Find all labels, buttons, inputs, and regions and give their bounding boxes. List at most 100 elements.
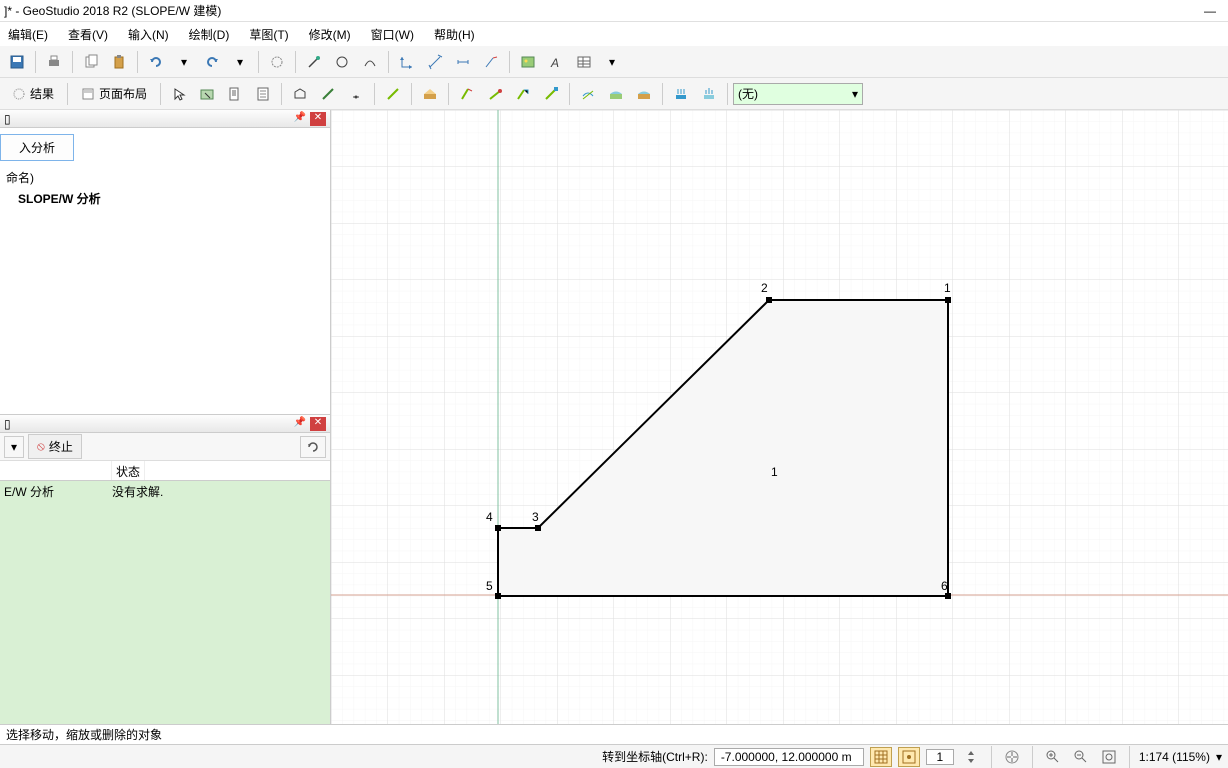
- results-button[interactable]: 结果: [4, 81, 62, 106]
- snap-point-icon[interactable]: [898, 747, 920, 767]
- menu-help[interactable]: 帮助(H): [430, 24, 479, 45]
- menu-modify[interactable]: 修改(M): [305, 24, 355, 45]
- slip1-icon[interactable]: [454, 81, 480, 107]
- node-label-6: 6: [941, 579, 948, 593]
- zoom-dropdown-icon[interactable]: ▾: [1216, 750, 1222, 764]
- zoom-out-icon[interactable]: [1070, 747, 1092, 767]
- table-row[interactable]: E/W 分析 没有求解.: [0, 481, 330, 502]
- sketch-circle-icon[interactable]: [329, 49, 355, 75]
- node-1[interactable]: [945, 297, 951, 303]
- load1-icon[interactable]: [668, 81, 694, 107]
- slip2-icon[interactable]: [482, 81, 508, 107]
- node-5[interactable]: [495, 593, 501, 599]
- hdr-status: 状态: [112, 461, 145, 480]
- pan-icon[interactable]: [1001, 747, 1023, 767]
- hdr-name: [0, 461, 112, 480]
- page-layout-button[interactable]: 页面布局: [73, 81, 155, 106]
- water2-icon[interactable]: [603, 81, 629, 107]
- drawing-canvas[interactable]: 1 2 3 4 5 6 1: [331, 110, 1228, 724]
- sketch-line-icon[interactable]: [301, 49, 327, 75]
- chevron-down-icon: ▾: [852, 87, 858, 101]
- redo-icon[interactable]: [199, 49, 225, 75]
- select-icon[interactable]: [166, 81, 192, 107]
- coord-input[interactable]: [714, 748, 864, 766]
- redraw-icon[interactable]: [264, 49, 290, 75]
- water3-icon[interactable]: [631, 81, 657, 107]
- undo-icon[interactable]: [143, 49, 169, 75]
- menu-view[interactable]: 查看(V): [64, 24, 112, 45]
- menu-edit[interactable]: 编辑(E): [4, 24, 52, 45]
- solve-panel: ▯ 📌 ✕ ▾ ⦸ 终止 状态 E/W 分: [0, 414, 330, 724]
- stop-button[interactable]: ⦸ 终止: [28, 434, 82, 459]
- node-3[interactable]: [535, 525, 541, 531]
- region-select-icon[interactable]: [194, 81, 220, 107]
- zoom-extent-icon[interactable]: [1098, 747, 1120, 767]
- axis-icon[interactable]: [394, 49, 420, 75]
- slip3-icon[interactable]: [510, 81, 536, 107]
- window-buttons: —: [1196, 4, 1224, 18]
- refresh-button[interactable]: [300, 436, 326, 458]
- slip4-icon[interactable]: [538, 81, 564, 107]
- close2-icon[interactable]: ✕: [310, 417, 326, 431]
- load2-icon[interactable]: [696, 81, 722, 107]
- sketch-arc-icon[interactable]: [357, 49, 383, 75]
- image-icon[interactable]: [515, 49, 541, 75]
- print-icon[interactable]: [41, 49, 67, 75]
- node-label-5: 5: [486, 579, 493, 593]
- save-icon[interactable]: [4, 49, 30, 75]
- status-hint: 选择移动，缩放或删除的对象: [6, 726, 162, 743]
- properties-icon[interactable]: [222, 81, 248, 107]
- menu-input[interactable]: 输入(N): [124, 24, 173, 45]
- toolbar-row-1: ▾ ▾ A ▾: [0, 46, 1228, 78]
- snap-grid-icon[interactable]: [870, 747, 892, 767]
- close-icon[interactable]: ✕: [310, 112, 326, 126]
- solve-table-header: 状态: [0, 461, 330, 481]
- water1-icon[interactable]: [575, 81, 601, 107]
- tree-item-root[interactable]: 命名): [6, 167, 324, 188]
- combo-value: (无): [738, 85, 758, 102]
- solve-table-body: E/W 分析 没有求解.: [0, 481, 330, 724]
- node-4[interactable]: [495, 525, 501, 531]
- row-status: 没有求解.: [112, 483, 163, 500]
- minimize-button[interactable]: —: [1196, 4, 1224, 18]
- paste-icon[interactable]: [106, 49, 132, 75]
- menu-draw[interactable]: 绘制(D): [185, 24, 234, 45]
- copy-icon[interactable]: [78, 49, 104, 75]
- undo-dropdown-icon[interactable]: ▾: [171, 49, 197, 75]
- draw-line-icon[interactable]: [315, 81, 341, 107]
- draw-point-icon[interactable]: [343, 81, 369, 107]
- status-bar: 转到坐标轴(Ctrl+R): 1:174 (115%) ▾: [0, 744, 1228, 768]
- list-icon[interactable]: [250, 81, 276, 107]
- solve-panel-header: ▯ 📌 ✕: [0, 415, 330, 433]
- node-label-2: 2: [761, 281, 768, 295]
- menu-window[interactable]: 窗口(W): [367, 24, 418, 45]
- material-green-icon[interactable]: [380, 81, 406, 107]
- dimension-icon[interactable]: [422, 49, 448, 75]
- solve-dropdown[interactable]: ▾: [4, 436, 24, 458]
- zoom-in-icon[interactable]: [1042, 747, 1064, 767]
- node-6[interactable]: [945, 593, 951, 599]
- snap-value[interactable]: [926, 749, 954, 765]
- tree-item-slope[interactable]: SLOPE/W 分析: [6, 188, 324, 209]
- dropdown-icon[interactable]: ▾: [599, 49, 625, 75]
- layer-icon[interactable]: [417, 81, 443, 107]
- pin-icon[interactable]: 📌: [292, 112, 308, 126]
- draw-region-icon[interactable]: [287, 81, 313, 107]
- panel-title-icon: ▯: [4, 112, 11, 126]
- material-combo[interactable]: (无) ▾: [733, 83, 863, 105]
- node-2[interactable]: [766, 297, 772, 303]
- updown-icon[interactable]: [960, 747, 982, 767]
- redo-dropdown-icon[interactable]: ▾: [227, 49, 253, 75]
- dimension3-icon[interactable]: [478, 49, 504, 75]
- dimension2-icon[interactable]: [450, 49, 476, 75]
- analysis-tree: 命名) SLOPE/W 分析: [0, 161, 330, 414]
- status-bar-hint: 选择移动，缩放或删除的对象: [0, 724, 1228, 744]
- text-icon[interactable]: A: [543, 49, 569, 75]
- goto-label: 转到坐标轴(Ctrl+R):: [602, 748, 708, 765]
- analysis-panel-header: ▯ 📌 ✕: [0, 110, 330, 128]
- analysis-tab[interactable]: 入分析: [0, 134, 74, 161]
- menu-sketch[interactable]: 草图(T): [245, 24, 292, 45]
- table-icon[interactable]: [571, 49, 597, 75]
- pin2-icon[interactable]: 📌: [292, 417, 308, 431]
- window-title: ]* - GeoStudio 2018 R2 (SLOPE/W 建模): [4, 2, 1196, 19]
